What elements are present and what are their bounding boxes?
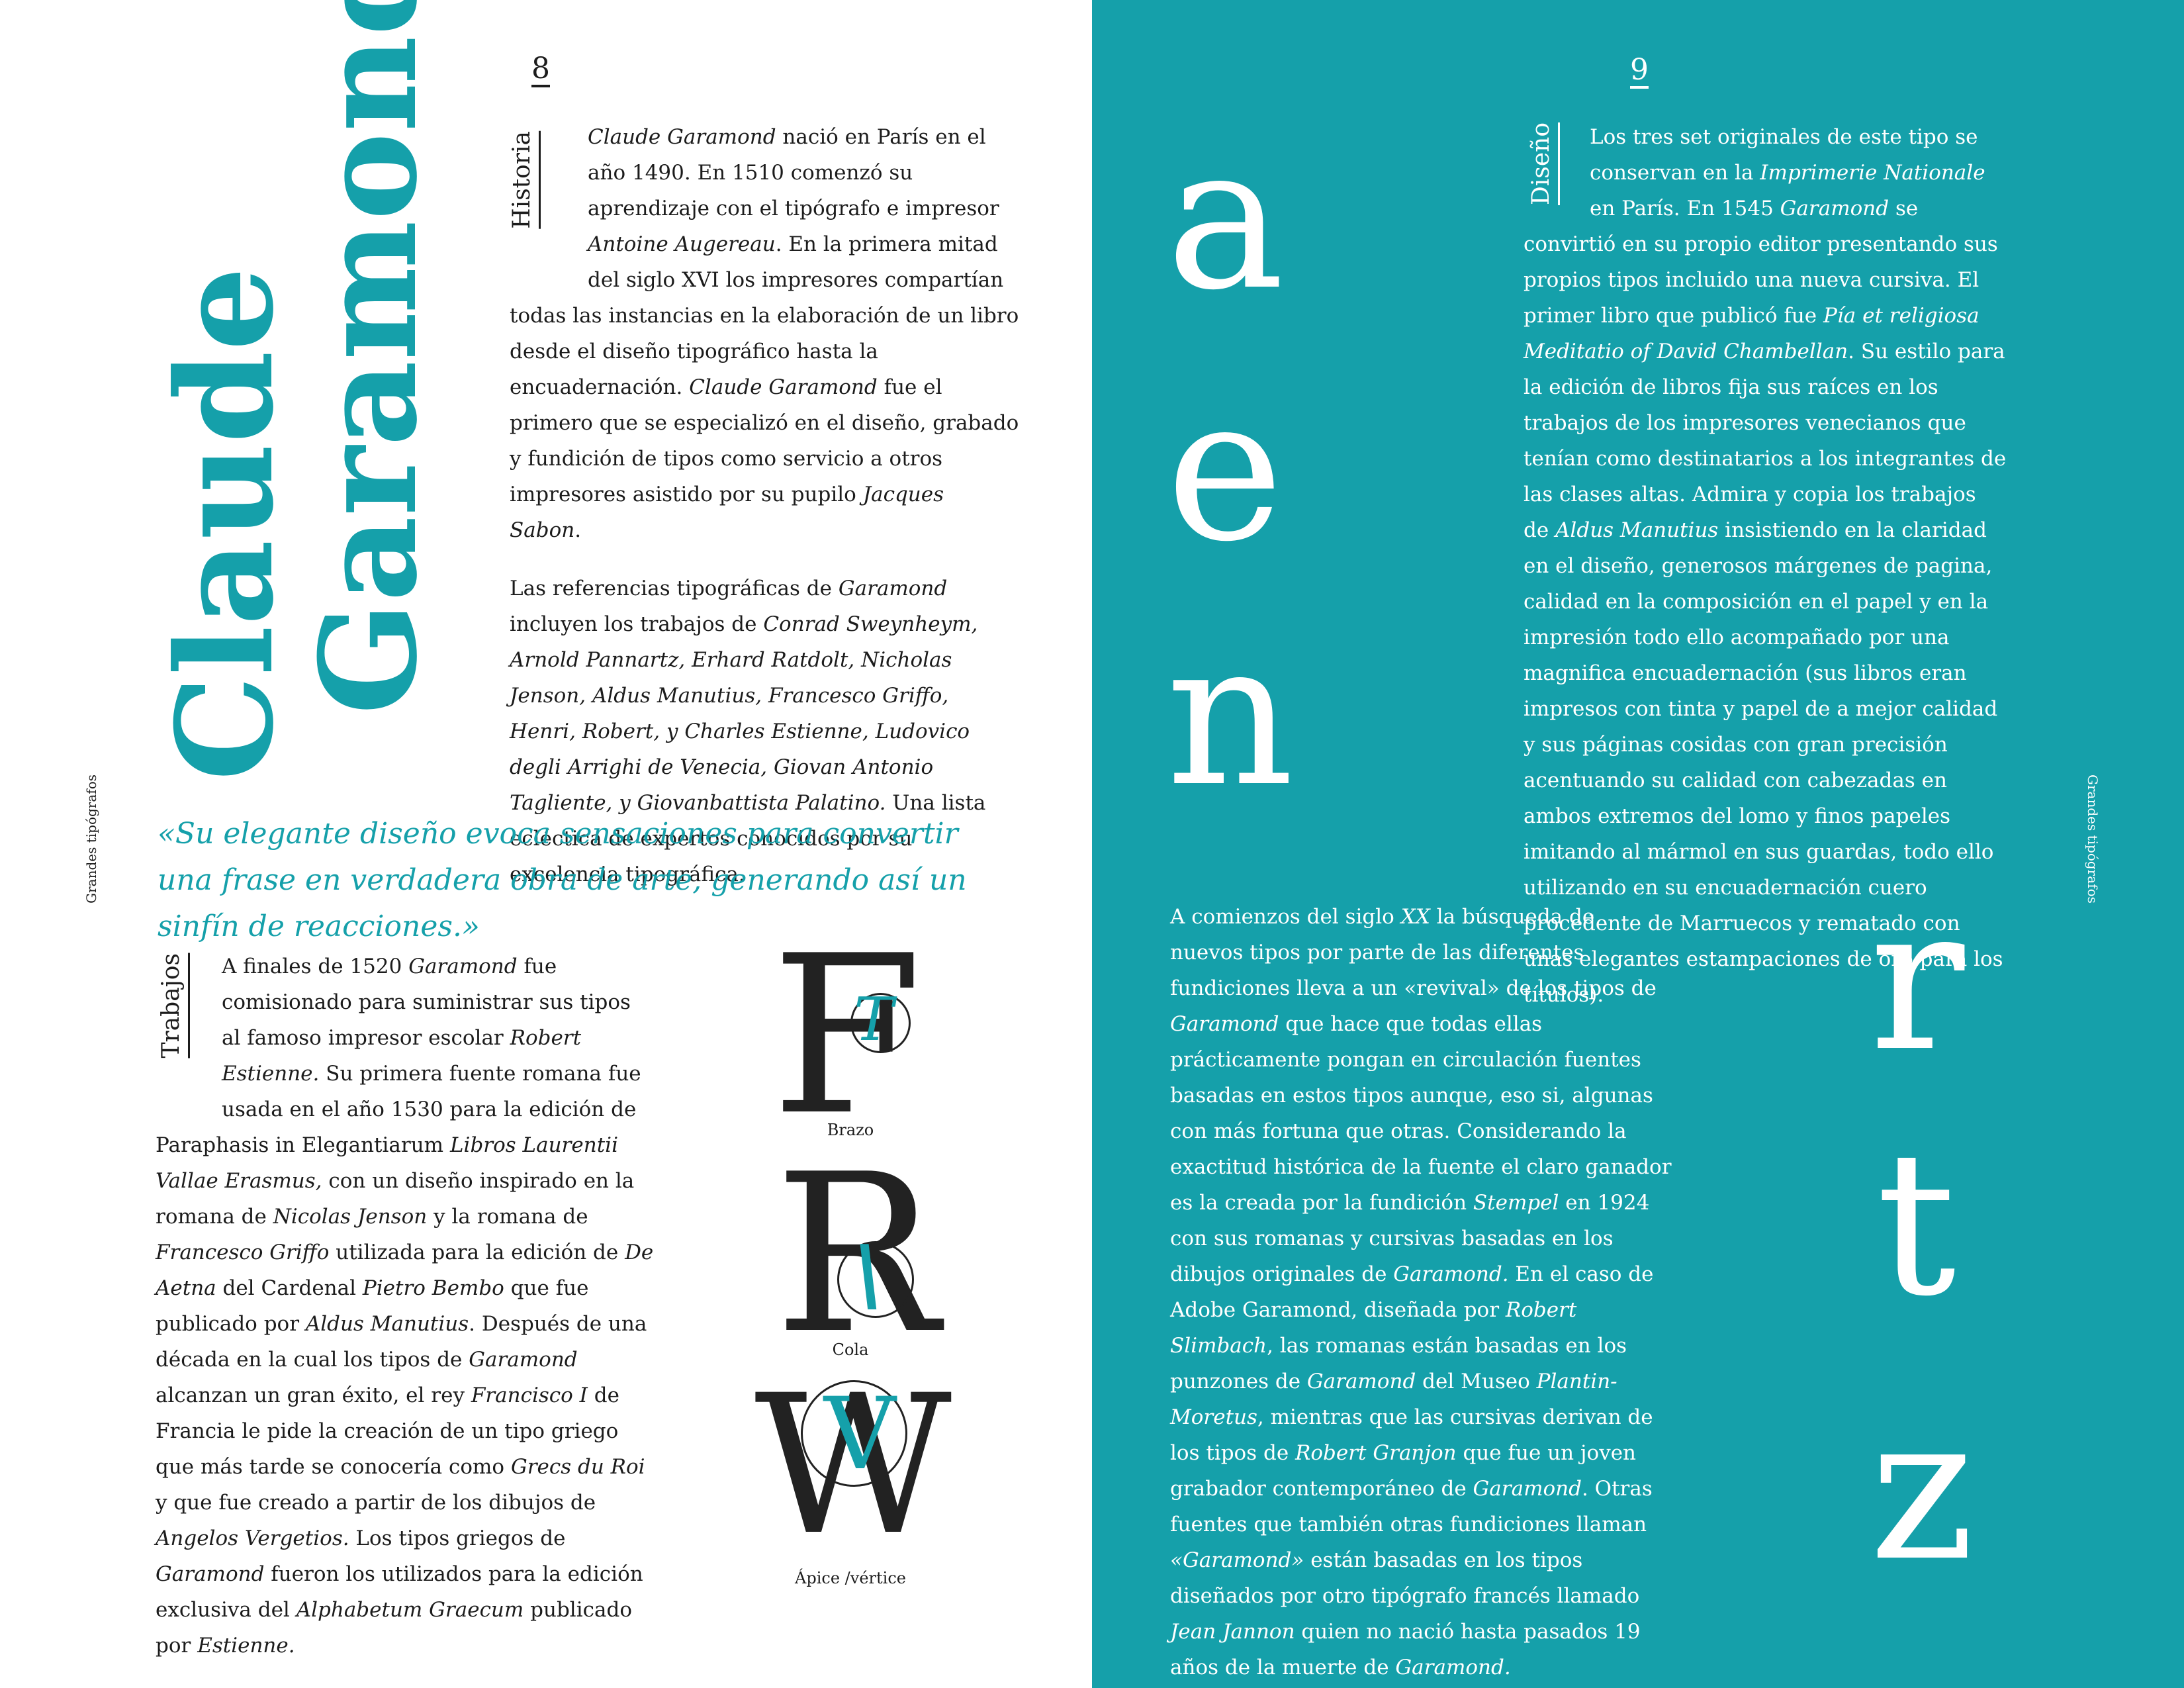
big-letter-n: n (1166, 599, 1295, 830)
running-head: Grandes tipógrafos (83, 774, 99, 904)
diseno-paragraph: Los tres set originales de este tipo se … (1524, 125, 2007, 1007)
title-garamond: Garamond (291, 0, 447, 715)
apex-highlight: V (824, 1377, 896, 1492)
left-page: 8 Grandes tipógrafos Claude Garamond His… (0, 0, 1092, 1688)
trabajos-section: A finales de 1520 Garamond fue comisiona… (156, 949, 655, 1664)
page-number: 8 (531, 52, 550, 85)
big-letter-a: a (1166, 103, 1285, 334)
trabajos-paragraph: A finales de 1520 Garamond fue comisiona… (156, 955, 654, 1658)
title-claude: Claude (148, 266, 303, 781)
tail-highlight: \ (854, 1228, 883, 1321)
caption-apice: Ápice /vértice (795, 1569, 906, 1587)
revival-paragraph: A comienzos del siglo XX la búsqueda de … (1170, 905, 1672, 1679)
historia-section: Claude Garamond nació en París en el año… (510, 119, 1019, 892)
big-letter-e: e (1166, 354, 1284, 585)
running-head: Grandes tipógrafos (2085, 774, 2101, 904)
page-number: 9 (1630, 53, 1649, 87)
right-page: 9 Grandes tipógrafos a e n r t z Diseño … (1092, 0, 2184, 1688)
big-letter-z: z (1870, 1374, 1975, 1605)
arm-highlight: T (854, 985, 894, 1055)
diseno-section: Los tres set originales de este tipo se … (1524, 119, 2007, 1013)
big-letter-t: t (1876, 1109, 1956, 1340)
